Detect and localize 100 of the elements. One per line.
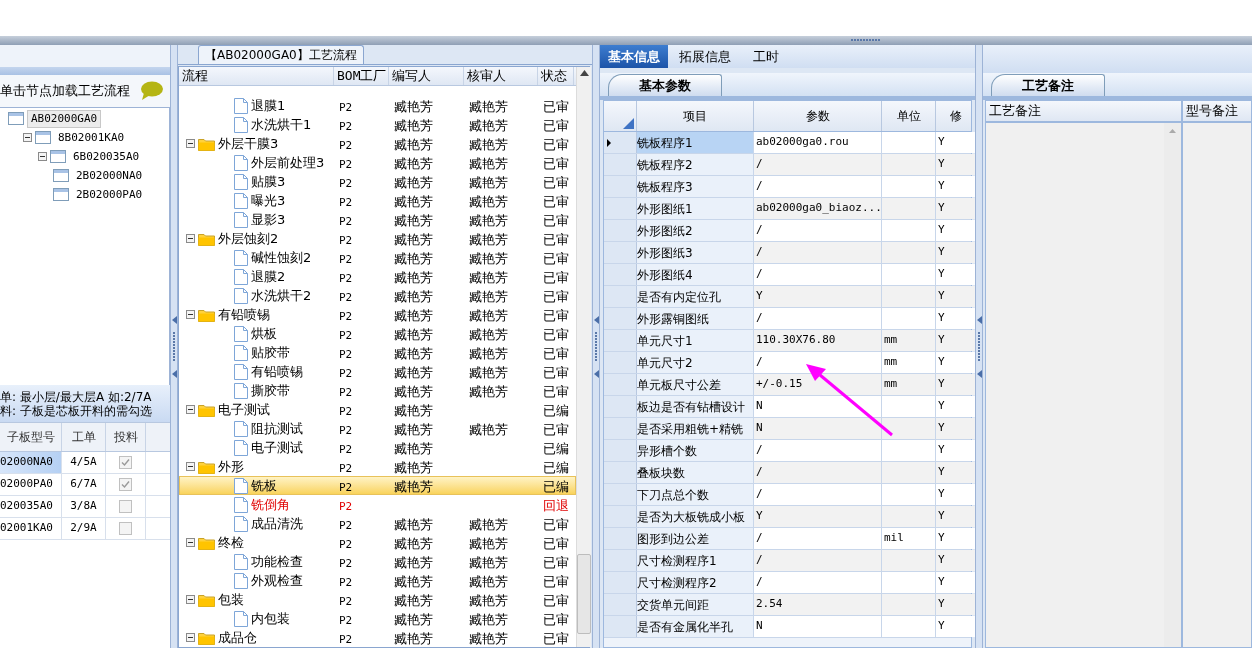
subtab[interactable]: 基本参数 <box>608 74 722 96</box>
column-header[interactable]: 流程 <box>179 67 334 85</box>
process-row[interactable]: 有铅喷锡 P2 臧艳芳 臧艳芳 已审 <box>179 305 576 324</box>
splitter-grip-icon[interactable] <box>171 331 177 362</box>
table-row[interactable]: 外形图纸1 ab02000ga0_biaoz... Y <box>604 198 971 220</box>
process-row[interactable]: 退膜1 P2 臧艳芳 臧艳芳 已审 <box>179 96 576 115</box>
process-row[interactable]: 水洗烘干2 P2 臧艳芳 臧艳芳 已审 <box>179 286 576 305</box>
process-row[interactable]: 贴膜3 P2 臧艳芳 臧艳芳 已审 <box>179 172 576 191</box>
scroll-thumb[interactable] <box>577 554 591 634</box>
table-row[interactable]: 外形图纸2 / Y <box>604 220 971 242</box>
process-row[interactable]: 铣倒角 P2 回退 <box>179 495 576 514</box>
collapse-icon[interactable] <box>186 538 195 547</box>
checkbox[interactable] <box>119 500 132 513</box>
column-header[interactable]: 编写人 <box>389 67 464 85</box>
table-row[interactable]: 外形图纸3 / Y <box>604 242 971 264</box>
collapse-arrow-icon[interactable] <box>171 315 177 324</box>
collapse-icon[interactable] <box>186 595 195 604</box>
process-row[interactable]: 外观检查 P2 臧艳芳 臧艳芳 已审 <box>179 571 576 590</box>
splitter[interactable] <box>975 45 983 648</box>
collapse-arrow-icon[interactable] <box>976 315 982 324</box>
table-row[interactable]: 铣板程序2 / Y <box>604 154 971 176</box>
collapse-arrow-icon[interactable] <box>593 369 599 378</box>
table-row[interactable]: 外形图纸4 / Y <box>604 264 971 286</box>
process-row[interactable]: 烘板 P2 臧艳芳 臧艳芳 已审 <box>179 324 576 343</box>
table-row[interactable]: 是否有金属化半孔 N Y <box>604 616 971 638</box>
table-row[interactable]: 是否有内定位孔 Y Y <box>604 286 971 308</box>
tab[interactable]: 工时 <box>742 45 790 68</box>
splitter-grip-icon[interactable] <box>851 38 881 43</box>
process-row[interactable]: 外形 P2 臧艳芳 已编 <box>179 457 576 476</box>
tree-node[interactable]: AB02000GA0 <box>27 109 102 128</box>
collapse-arrow-icon[interactable] <box>171 369 177 378</box>
table-row[interactable]: 单元板尺寸公差 +/-0.15 mm Y <box>604 374 971 396</box>
table-row[interactable]: 异形槽个数 / Y <box>604 440 971 462</box>
process-row[interactable]: 功能检查 P2 臧艳芳 臧艳芳 已审 <box>179 552 576 571</box>
collapse-icon[interactable] <box>186 310 195 319</box>
column-header[interactable]: 投料 <box>106 423 146 451</box>
process-row[interactable]: 包装 P2 臧艳芳 臧艳芳 已审 <box>179 590 576 609</box>
collapse-arrow-icon[interactable] <box>976 369 982 378</box>
process-row[interactable]: 成品仓 P2 臧艳芳 臧艳芳 已审 <box>179 628 576 647</box>
table-row[interactable]: 尺寸检测程序1 / Y <box>604 550 971 572</box>
process-row[interactable]: 有铅喷锡 P2 臧艳芳 臧艳芳 已审 <box>179 362 576 381</box>
process-row[interactable]: 内包装 P2 臧艳芳 臧艳芳 已审 <box>179 609 576 628</box>
process-row[interactable]: 外层前处理3 P2 臧艳芳 臧艳芳 已审 <box>179 153 576 172</box>
checkbox[interactable] <box>119 478 132 491</box>
panel-title-tab[interactable]: 【AB02000GA0】工艺流程 <box>198 45 364 64</box>
process-row[interactable]: 水洗烘干1 P2 臧艳芳 臧艳芳 已审 <box>179 115 576 134</box>
process-row[interactable]: 撕胶带 P2 臧艳芳 臧艳芳 已审 <box>179 381 576 400</box>
column-header[interactable]: 型号备注 <box>1183 101 1251 123</box>
splitter-grip-icon[interactable] <box>976 331 982 362</box>
table-row[interactable]: 铣板程序3 / Y <box>604 176 971 198</box>
collapse-icon[interactable] <box>186 633 195 642</box>
corner-triangle-icon[interactable] <box>623 118 634 129</box>
tree-node[interactable]: 2B02000NA0 <box>72 166 147 185</box>
splitter[interactable] <box>170 45 178 648</box>
process-row[interactable]: 碱性蚀刻2 P2 臧艳芳 臧艳芳 已审 <box>179 248 576 267</box>
process-row[interactable]: 成品清洗 P2 臧艳芳 臧艳芳 已审 <box>179 514 576 533</box>
collapse-arrow-icon[interactable] <box>593 315 599 324</box>
checkbox[interactable] <box>119 522 132 535</box>
row-header[interactable] <box>604 132 637 153</box>
collapse-icon[interactable] <box>186 405 195 414</box>
tab[interactable]: 拓展信息 <box>668 45 742 68</box>
process-row[interactable]: 退膜2 P2 臧艳芳 臧艳芳 已审 <box>179 267 576 286</box>
tree-node[interactable]: 2B02000PA0 <box>72 185 147 204</box>
collapse-icon[interactable] <box>186 139 195 148</box>
splitter-grip-icon[interactable] <box>593 331 599 362</box>
table-row[interactable]: 是否为大板铣成小板 Y Y <box>604 506 971 528</box>
column-header[interactable]: 子板型号 <box>0 423 62 451</box>
column-header[interactable]: 单位 <box>882 101 936 131</box>
tree-node[interactable]: 8B02001KA0 <box>54 128 129 147</box>
table-row[interactable]: 尺寸检测程序2 / Y <box>604 572 971 594</box>
column-header[interactable]: BOM工厂 <box>334 67 389 85</box>
table-row[interactable]: 单元尺寸1 110.30X76.80 mm Y <box>604 330 971 352</box>
scrollbar[interactable] <box>576 67 591 647</box>
process-row[interactable]: 显影3 P2 臧艳芳 臧艳芳 已审 <box>179 210 576 229</box>
scroll-up-icon[interactable] <box>579 70 589 76</box>
column-header[interactable]: 状态 <box>538 67 574 85</box>
process-row[interactable]: 外层蚀刻2 P2 臧艳芳 臧艳芳 已审 <box>179 229 576 248</box>
table-row[interactable]: 板边是否有钻槽设计 N Y <box>604 396 971 418</box>
splitter-bar[interactable] <box>0 36 1252 45</box>
collapse-icon[interactable] <box>38 152 47 161</box>
table-row[interactable]: 是否采用粗铣+精铣 N Y <box>604 418 971 440</box>
process-row[interactable]: 贴胶带 P2 臧艳芳 臧艳芳 已审 <box>179 343 576 362</box>
table-row[interactable]: 下刀点总个数 / Y <box>604 484 971 506</box>
process-row[interactable]: 终检 P2 臧艳芳 臧艳芳 已审 <box>179 533 576 552</box>
table-row[interactable]: 叠板块数 / Y <box>604 462 971 484</box>
collapse-icon[interactable] <box>186 234 195 243</box>
process-row[interactable]: 电子测试 P2 臧艳芳 已编 <box>179 438 576 457</box>
checkbox[interactable] <box>119 456 132 469</box>
table-row[interactable]: 交货单元间距 2.54 Y <box>604 594 971 616</box>
table-row[interactable]: 铣板程序1 ab02000ga0.rou Y <box>604 132 971 154</box>
table-row[interactable]: 外形露铜图纸 / Y <box>604 308 971 330</box>
process-row[interactable]: 电子测试 P2 臧艳芳 已编 <box>179 400 576 419</box>
collapse-icon[interactable] <box>186 462 195 471</box>
process-row[interactable]: 曝光3 P2 臧艳芳 臧艳芳 已审 <box>179 191 576 210</box>
tree-node[interactable]: 6B020035A0 <box>69 147 144 166</box>
table-row[interactable]: 图形到边公差 / mil Y <box>604 528 971 550</box>
process-row[interactable]: 铣板 P2 臧艳芳 已编 <box>179 476 576 495</box>
subtab[interactable]: 工艺备注 <box>991 74 1105 96</box>
column-header[interactable]: 工单 <box>62 423 106 451</box>
scrollbar[interactable] <box>1164 123 1181 647</box>
